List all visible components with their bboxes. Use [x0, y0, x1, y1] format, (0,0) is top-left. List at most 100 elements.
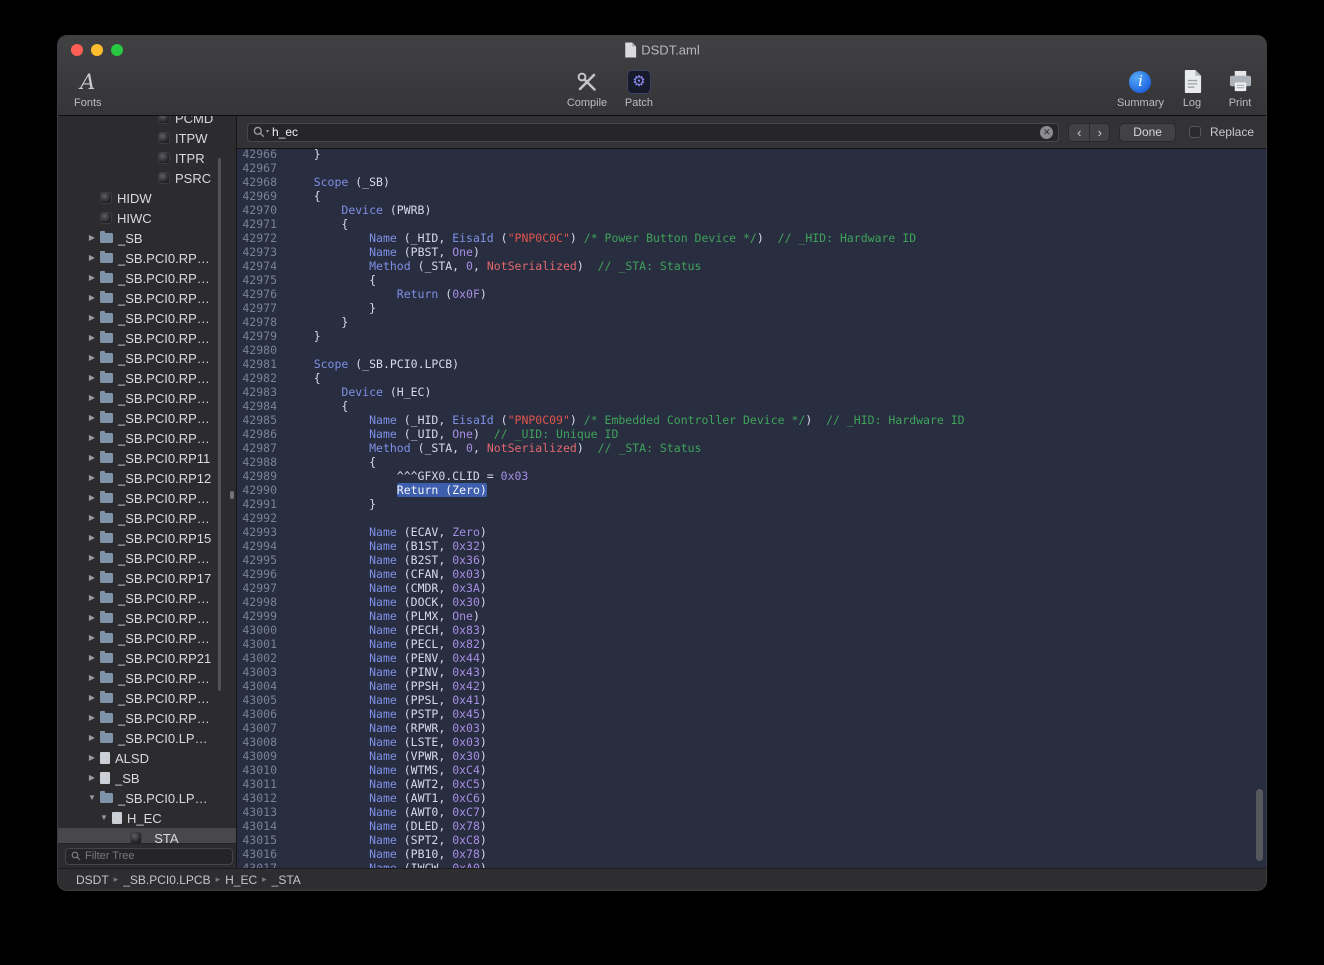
sidebar-item-_sb-pci0-rp[interactable]: ▶_SB.PCI0.RP…: [58, 268, 236, 288]
disclosure-triangle-icon[interactable]: ▼: [98, 814, 110, 822]
sidebar-item-_sta[interactable]: _STA: [58, 828, 236, 843]
code-line[interactable]: 43007 Name (RPWR, 0x03): [237, 721, 1266, 735]
code-line[interactable]: 42969 {: [237, 189, 1266, 203]
sidebar-item-_sb-pci0-rp17[interactable]: ▶_SB.PCI0.RP17: [58, 568, 236, 588]
code-line[interactable]: 43015 Name (SPT2, 0xC8): [237, 833, 1266, 847]
sidebar-scrollbar-thumb[interactable]: [218, 158, 221, 691]
code-line[interactable]: 43005 Name (PPSL, 0x41): [237, 693, 1266, 707]
code-line[interactable]: 43010 Name (WTMS, 0xC4): [237, 763, 1266, 777]
disclosure-triangle-icon[interactable]: ▶: [86, 574, 98, 582]
sidebar-item-h_ec[interactable]: ▼H_EC: [58, 808, 236, 828]
code-line[interactable]: 42978 }: [237, 315, 1266, 329]
code-line[interactable]: 42981 Scope (_SB.PCI0.LPCB): [237, 357, 1266, 371]
code-line[interactable]: 42970 Device (PWRB): [237, 203, 1266, 217]
sidebar-item-_sb-pci0-rp12[interactable]: ▶_SB.PCI0.RP12: [58, 468, 236, 488]
sidebar-item-_sb-pci0-rp[interactable]: ▶_SB.PCI0.RP…: [58, 588, 236, 608]
disclosure-triangle-icon[interactable]: ▶: [86, 394, 98, 402]
sidebar-item-_sb-pci0-rp[interactable]: ▶_SB.PCI0.RP…: [58, 348, 236, 368]
code-line[interactable]: 42976 Return (0x0F): [237, 287, 1266, 301]
sidebar-item-_sb-pci0-lp[interactable]: ▶_SB.PCI0.LP…: [58, 728, 236, 748]
sidebar-item-hidw[interactable]: HIDW: [58, 188, 236, 208]
close-button[interactable]: [71, 44, 83, 56]
compile-button[interactable]: Compile: [563, 68, 611, 109]
sidebar-item-_sb-pci0-rp[interactable]: ▶_SB.PCI0.RP…: [58, 408, 236, 428]
sidebar-item-_sb[interactable]: ▶_SB: [58, 228, 236, 248]
sidebar-item-_sb-pci0-lp[interactable]: ▼_SB.PCI0.LP…: [58, 788, 236, 808]
sidebar-item-itpw[interactable]: ITPW: [58, 128, 236, 148]
fonts-button[interactable]: Fonts: [74, 68, 102, 109]
code-line[interactable]: 43011 Name (AWT2, 0xC5): [237, 777, 1266, 791]
disclosure-triangle-icon[interactable]: ▶: [86, 454, 98, 462]
sidebar-item-_sb-pci0-rp[interactable]: ▶_SB.PCI0.RP…: [58, 308, 236, 328]
code-line[interactable]: 42988 {: [237, 455, 1266, 469]
code-line[interactable]: 43008 Name (LSTE, 0x03): [237, 735, 1266, 749]
disclosure-triangle-icon[interactable]: ▶: [86, 634, 98, 642]
sidebar-item-_sb-pci0-rp[interactable]: ▶_SB.PCI0.RP…: [58, 288, 236, 308]
code-line[interactable]: 43001 Name (PECL, 0x82): [237, 637, 1266, 651]
code-line[interactable]: 42972 Name (_HID, EisaId ("PNP0C0C") /* …: [237, 231, 1266, 245]
disclosure-triangle-icon[interactable]: ▶: [86, 314, 98, 322]
sidebar-item-_sb-pci0-rp[interactable]: ▶_SB.PCI0.RP…: [58, 248, 236, 268]
clear-search-icon[interactable]: ✕: [1040, 126, 1053, 139]
print-button[interactable]: Print: [1220, 68, 1260, 109]
search-scope-chevron-icon[interactable]: ▾: [266, 129, 269, 135]
sidebar-item-_sb-pci0-rp[interactable]: ▶_SB.PCI0.RP…: [58, 508, 236, 528]
sidebar-item-_sb-pci0-rp[interactable]: ▶_SB.PCI0.RP…: [58, 628, 236, 648]
disclosure-triangle-icon[interactable]: ▶: [86, 414, 98, 422]
disclosure-triangle-icon[interactable]: ▶: [86, 294, 98, 302]
code-line[interactable]: 42992: [237, 511, 1266, 525]
sidebar-item-psrc[interactable]: PSRC: [58, 168, 236, 188]
disclosure-triangle-icon[interactable]: ▶: [86, 254, 98, 262]
disclosure-triangle-icon[interactable]: ▶: [86, 474, 98, 482]
code-line[interactable]: 42984 {: [237, 399, 1266, 413]
filter-tree-field[interactable]: [65, 848, 233, 865]
minimize-button[interactable]: [91, 44, 103, 56]
disclosure-triangle-icon[interactable]: ▶: [86, 354, 98, 362]
breadcrumb-item[interactable]: H_EC: [225, 873, 257, 887]
code-line[interactable]: 42991 }: [237, 497, 1266, 511]
search-input[interactable]: [272, 125, 1037, 139]
disclosure-triangle-icon[interactable]: ▶: [86, 234, 98, 242]
filter-tree-input[interactable]: [85, 850, 227, 862]
code-line[interactable]: 43004 Name (PPSH, 0x42): [237, 679, 1266, 693]
code-line[interactable]: 43013 Name (AWT0, 0xC7): [237, 805, 1266, 819]
code-line[interactable]: 42990 Return (Zero): [237, 483, 1266, 497]
code-line[interactable]: 42982 {: [237, 371, 1266, 385]
replace-checkbox[interactable]: [1189, 126, 1201, 138]
code-line[interactable]: 42975 {: [237, 273, 1266, 287]
zoom-button[interactable]: [111, 44, 123, 56]
code-line[interactable]: 42996 Name (CFAN, 0x03): [237, 567, 1266, 581]
code-line[interactable]: 43003 Name (PINV, 0x43): [237, 665, 1266, 679]
summary-button[interactable]: Summary: [1117, 68, 1164, 109]
disclosure-triangle-icon[interactable]: ▶: [86, 534, 98, 542]
done-button[interactable]: Done: [1119, 123, 1176, 142]
code-line[interactable]: 42995 Name (B2ST, 0x36): [237, 553, 1266, 567]
find-previous-button[interactable]: ‹: [1069, 124, 1089, 141]
disclosure-triangle-icon[interactable]: ▶: [86, 274, 98, 282]
code-line[interactable]: 42980: [237, 343, 1266, 357]
disclosure-triangle-icon[interactable]: ▶: [86, 594, 98, 602]
sidebar-item-_sb-pci0-rp[interactable]: ▶_SB.PCI0.RP…: [58, 428, 236, 448]
disclosure-triangle-icon[interactable]: ▶: [86, 674, 98, 682]
code-line[interactable]: 42967: [237, 161, 1266, 175]
code-line[interactable]: 42985 Name (_HID, EisaId ("PNP0C09") /* …: [237, 413, 1266, 427]
code-line[interactable]: 43016 Name (PB10, 0x78): [237, 847, 1266, 861]
code-line[interactable]: 42971 {: [237, 217, 1266, 231]
code-line[interactable]: 42983 Device (H_EC): [237, 385, 1266, 399]
code-line[interactable]: 43006 Name (PSTP, 0x45): [237, 707, 1266, 721]
sidebar-item-_sb-pci0-rp[interactable]: ▶_SB.PCI0.RP…: [58, 548, 236, 568]
code-line[interactable]: 42979 }: [237, 329, 1266, 343]
code-line[interactable]: 43000 Name (PECH, 0x83): [237, 623, 1266, 637]
disclosure-triangle-icon[interactable]: ▶: [86, 494, 98, 502]
code-line[interactable]: 42997 Name (CMDR, 0x3A): [237, 581, 1266, 595]
code-line[interactable]: 42987 Method (_STA, 0, NotSerialized) //…: [237, 441, 1266, 455]
sidebar-item-_sb-pci0-rp[interactable]: ▶_SB.PCI0.RP…: [58, 488, 236, 508]
sidebar-item-hiwc[interactable]: HIWC: [58, 208, 236, 228]
disclosure-triangle-icon[interactable]: ▶: [86, 554, 98, 562]
sidebar-item-_sb[interactable]: ▶_SB: [58, 768, 236, 788]
disclosure-triangle-icon[interactable]: ▶: [86, 754, 98, 762]
code-line[interactable]: 42977 }: [237, 301, 1266, 315]
code-line[interactable]: 42973 Name (PBST, One): [237, 245, 1266, 259]
sidebar-item-_sb-pci0-rp[interactable]: ▶_SB.PCI0.RP…: [58, 688, 236, 708]
disclosure-triangle-icon[interactable]: ▶: [86, 334, 98, 342]
